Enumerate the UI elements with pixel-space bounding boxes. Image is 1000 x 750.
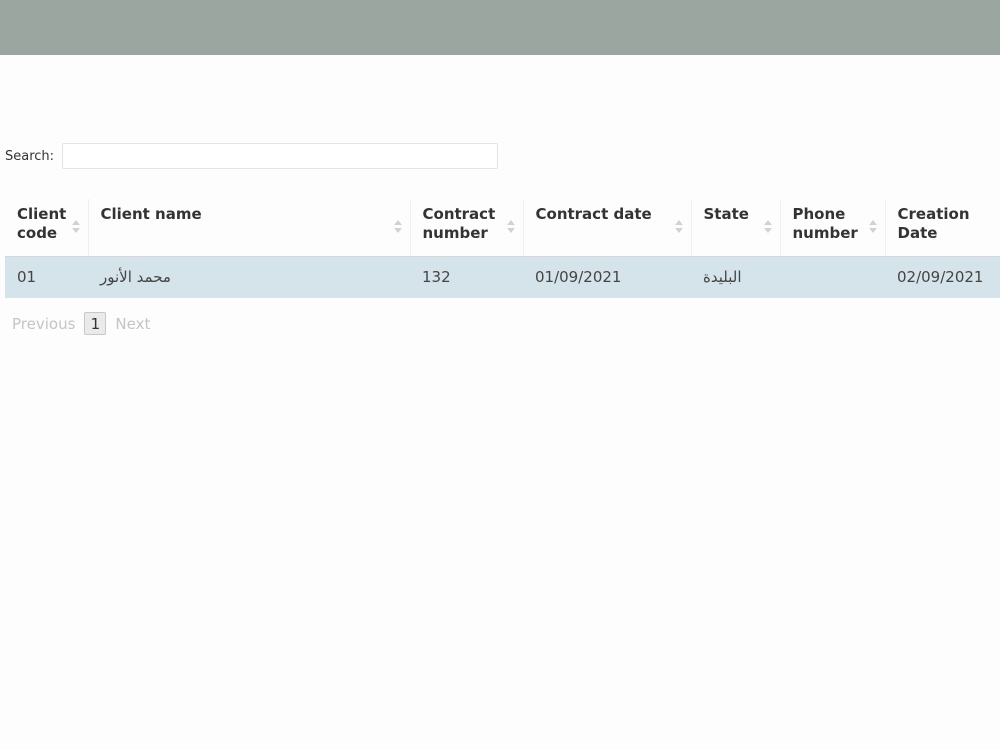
next-page-button[interactable]: Next — [115, 315, 150, 333]
column-header-label: Creation Date — [897, 205, 970, 242]
column-header-contract-number[interactable]: Contract number — [410, 199, 524, 257]
cell-phone-number — [780, 256, 885, 298]
cell-state: البليدة — [691, 256, 780, 298]
sort-icon[interactable] — [71, 220, 80, 234]
cell-client-code: 01 — [5, 256, 88, 298]
cell-creation-date: 02/09/2021 — [885, 256, 1000, 298]
column-header-phone-number[interactable]: Phone number — [780, 199, 886, 257]
sort-icon[interactable] — [674, 220, 683, 234]
table-row[interactable]: 01 محمد الأنور 132 01/09/2021 البليدة 02… — [5, 256, 1000, 298]
column-header-creation-date[interactable]: Creation Date — [885, 199, 1000, 257]
column-header-label: Contract number — [422, 205, 496, 242]
column-header-client-name[interactable]: Client name — [88, 199, 411, 257]
column-header-client-code[interactable]: Client code — [5, 199, 89, 257]
column-header-state[interactable]: State — [691, 199, 781, 257]
cell-client-name: محمد الأنور — [88, 256, 410, 298]
search-input[interactable] — [62, 143, 499, 169]
cell-contract-number: 132 — [410, 256, 523, 298]
column-header-label: State — [703, 205, 749, 223]
sort-icon[interactable] — [506, 220, 515, 234]
pagination: Previous 1 Next — [12, 312, 150, 335]
sort-icon[interactable] — [763, 220, 772, 234]
search-label: Search: — [5, 148, 55, 164]
column-header-label: Client name — [100, 205, 202, 223]
previous-page-button[interactable]: Previous — [12, 315, 75, 333]
column-header-contract-date[interactable]: Contract date — [523, 199, 692, 257]
clients-table: Client code Client name Contract number … — [5, 199, 1000, 298]
column-header-label: Phone number — [792, 205, 858, 242]
column-header-label: Client code — [17, 205, 67, 242]
search-bar: Search: — [5, 142, 499, 170]
sort-icon[interactable] — [393, 220, 402, 234]
sort-icon[interactable] — [868, 220, 877, 234]
table-header-row: Client code Client name Contract number … — [5, 199, 1000, 257]
column-header-label: Contract date — [535, 205, 652, 223]
top-header-bar — [0, 0, 1000, 55]
cell-contract-date: 01/09/2021 — [523, 256, 691, 298]
page-1-button[interactable]: 1 — [84, 312, 107, 335]
